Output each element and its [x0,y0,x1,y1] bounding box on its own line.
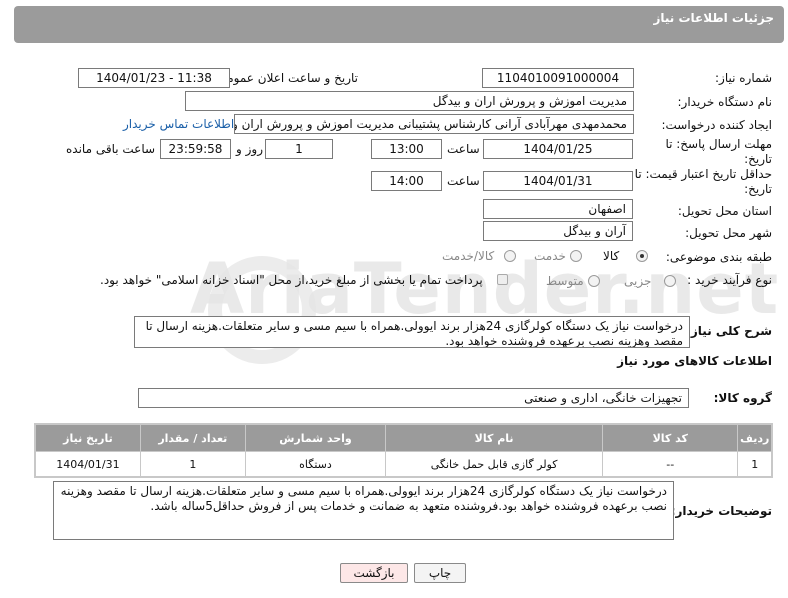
process-radio-medium[interactable] [588,275,600,287]
category-label: طبقه بندی موضوعی: [665,250,772,264]
cell-name: کولر گازی قابل حمل خانگی [385,451,604,477]
goods-group-label: گروه کالا: [713,391,772,405]
goods-section-title: اطلاعات کالاهای مورد نیاز [617,354,772,368]
need-number-label: شماره نیاز: [715,71,772,85]
validity-time-field: 14:00 [371,171,442,191]
category-radio-goods[interactable] [636,250,648,262]
announce-label: تاریخ و ساعت اعلان عمومی: [213,71,358,85]
cell-unit: دستگاه [244,451,387,477]
col-header-qty: تعداد / مقدار [139,424,246,452]
page-title: جزئیات اطلاعات نیاز [653,11,774,25]
category-radio-both[interactable] [504,250,516,262]
table-row[interactable]: 1 -- کولر گازی قابل حمل خانگی دستگاه 1 1… [35,451,772,477]
col-header-date: تاریخ نیاز [35,424,141,452]
buyer-notes-textarea[interactable]: درخواست نیاز یک دستگاه کولرگازی 24هزار ب… [53,481,674,540]
deadline-time-label: ساعت [447,142,480,156]
category-radio-service[interactable] [570,250,582,262]
validity-label: حداقل تاریخ اعتبار قیمت: تا تاریخ: [634,167,772,196]
treasury-payment-checkbox[interactable] [497,274,508,285]
col-header-row: ردیف [737,424,772,452]
description-textarea[interactable]: درخواست نیاز یک دستگاه کولرگازی 24هزار ب… [134,316,690,348]
validity-time-label: ساعت [447,174,480,188]
city-label: شهر محل تحویل: [685,226,772,240]
goods-group-field: تجهیزات خانگی، اداری و صنعتی [138,388,689,408]
category-option-goods: کالا [603,249,620,263]
province-label: استان محل تحویل: [677,204,772,218]
buyer-field: مدیریت اموزش و پرورش اران و بیدگل [185,91,634,111]
city-field: آران و بیدگل [483,221,633,241]
category-option-service: خدمت [534,249,566,263]
back-button[interactable]: بازگشت [340,563,408,583]
cell-qty: 1 [139,451,246,477]
days-field: 1 [265,139,333,159]
cell-date: 1404/01/31 [35,451,141,477]
remaining-label: ساعت باقی مانده [66,142,156,156]
buyer-label: نام دستگاه خریدار: [677,95,773,109]
cell-code: -- [602,451,739,477]
validity-date-field: 1404/01/31 [483,171,633,191]
announce-field: 1404/01/23 - 11:38 [78,68,230,88]
buyer-notes-label: توضیحات خریدار: [670,504,772,518]
process-radio-minor[interactable] [664,275,676,287]
cell-row: 1 [737,451,772,477]
remaining-time-field: 23:59:58 [160,139,231,159]
process-option-minor: جزیی [624,274,652,288]
col-header-name: نام کالا [385,424,604,452]
print-button[interactable]: چاپ [414,563,466,583]
goods-table-wrapper: ردیف کد کالا نام کالا واحد شمارش تعداد /… [34,423,773,478]
need-number-field: 1104010091000004 [482,68,634,88]
goods-table: ردیف کد کالا نام کالا واحد شمارش تعداد /… [35,424,772,477]
description-label: شرح کلی نیاز: [686,324,772,338]
col-header-unit: واحد شمارش [244,424,387,452]
deadline-label: مهلت ارسال پاسخ: تا تاریخ: [665,137,772,166]
deadline-time-field: 13:00 [371,139,442,159]
col-header-code: کد کالا [602,424,739,452]
creator-label: ایجاد کننده درخواست: [661,118,772,132]
category-option-both: کالا/خدمت [442,249,495,263]
buyer-contact-link[interactable]: اطلاعات تماس خریدار [123,117,234,131]
province-field: اصفهان [483,199,633,219]
treasury-payment-note: پرداخت تمام یا بخشی از مبلغ خرید،از محل … [100,273,483,287]
days-label: روز و [236,142,263,156]
process-option-medium: متوسط [546,274,584,288]
deadline-date-field: 1404/01/25 [483,139,633,159]
creator-field: محمدمهدی مهرآبادی آرانی کارشناس پشتیبانی… [234,114,634,134]
process-label: نوع فرآیند خرید : [687,273,772,287]
